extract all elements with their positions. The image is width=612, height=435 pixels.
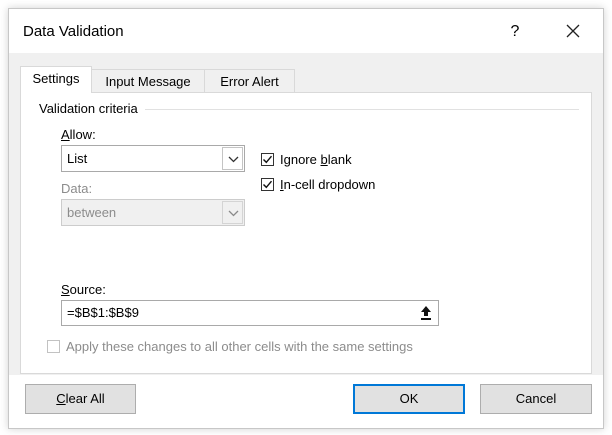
data-dropdown-button (222, 201, 243, 224)
validation-criteria-label: Validation criteria (39, 101, 138, 116)
in-cell-dropdown-label: In-cell dropdown (280, 177, 376, 192)
allow-select[interactable]: List (61, 145, 245, 172)
tab-settings[interactable]: Settings (20, 66, 92, 93)
chevron-down-icon (228, 210, 239, 217)
tab-error-alert[interactable]: Error Alert (204, 69, 295, 93)
help-button[interactable]: ? (505, 21, 525, 43)
data-select: between (61, 199, 245, 226)
data-select-value: between (67, 205, 117, 220)
dialog-body: Settings Input Message Error Alert Valid… (9, 53, 603, 375)
apply-all-label: Apply these changes to all other cells w… (66, 339, 413, 354)
clear-all-button[interactable]: Clear All (25, 384, 136, 414)
checkmark-icon (263, 155, 273, 164)
section-divider (145, 109, 579, 110)
close-button[interactable] (561, 19, 585, 43)
allow-dropdown-button[interactable] (222, 147, 243, 170)
ignore-blank-box[interactable] (261, 153, 274, 166)
dialog-title: Data Validation (23, 23, 124, 40)
collapse-dialog-button[interactable] (415, 302, 437, 324)
title-bar: Data Validation ? (9, 9, 603, 53)
data-validation-dialog: Data Validation ? Settings Input Message… (8, 8, 604, 429)
collapse-dialog-icon (421, 306, 431, 320)
apply-all-checkbox: Apply these changes to all other cells w… (47, 339, 413, 354)
source-label: Source: (61, 282, 106, 297)
ignore-blank-checkbox[interactable]: Ignore blank (261, 152, 352, 167)
data-label: Data: (61, 181, 93, 196)
ignore-blank-label: Ignore blank (280, 152, 352, 167)
chevron-down-icon (228, 156, 239, 163)
checkmark-icon (263, 180, 273, 189)
ok-button[interactable]: OK (353, 384, 465, 414)
close-icon (566, 24, 580, 38)
settings-panel: Validation criteria Allow: List Ignore b… (20, 92, 592, 374)
in-cell-dropdown-checkbox[interactable]: In-cell dropdown (261, 177, 375, 192)
source-input[interactable]: =$B$1:$B$9 (61, 300, 439, 326)
apply-all-box (47, 340, 60, 353)
allow-label: Allow: (61, 127, 96, 142)
in-cell-dropdown-box[interactable] (261, 178, 274, 191)
allow-select-value: List (67, 151, 88, 166)
tab-input-message[interactable]: Input Message (91, 69, 205, 93)
cancel-button[interactable]: Cancel (480, 384, 592, 414)
